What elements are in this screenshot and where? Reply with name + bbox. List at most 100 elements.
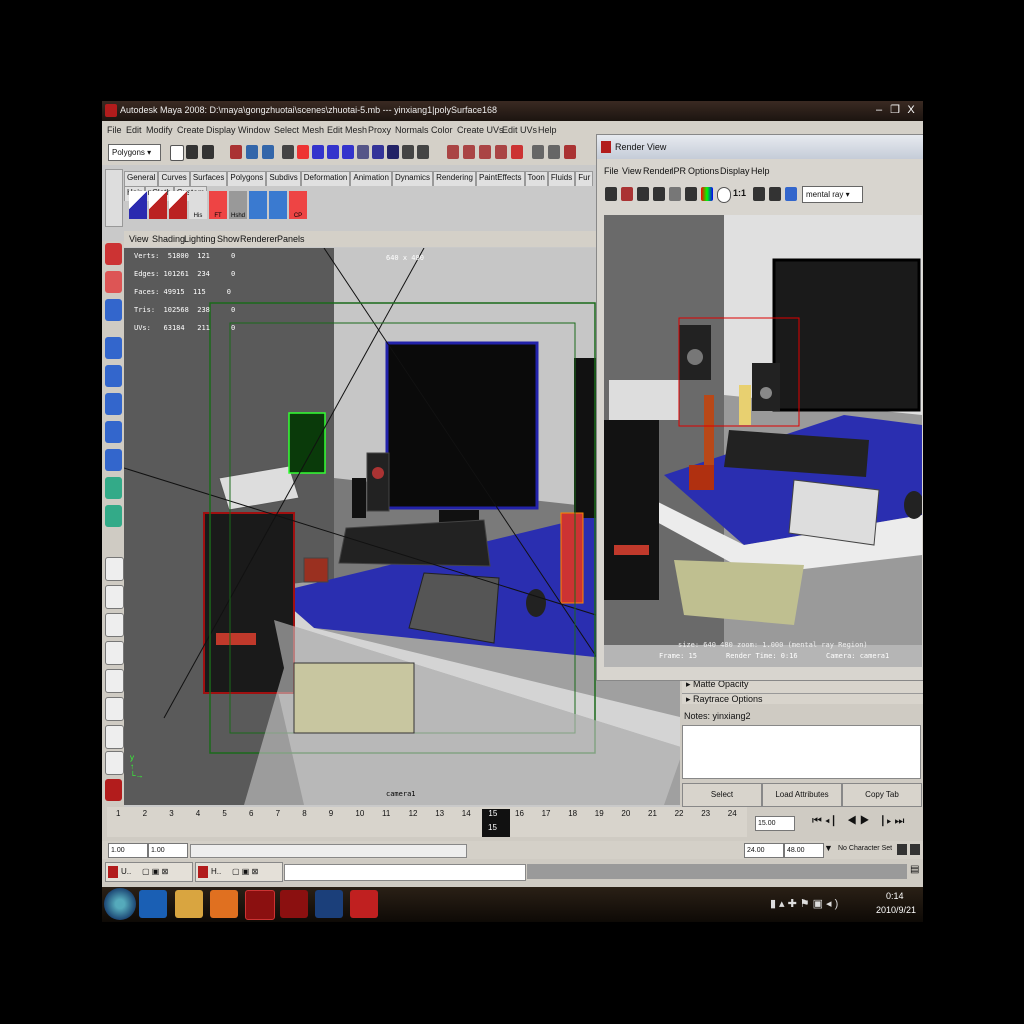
rv-menu-ipr[interactable]: IPR: [671, 166, 686, 176]
four-view-layout-icon[interactable]: [105, 585, 124, 609]
shelf-tab-deformation[interactable]: Deformation: [300, 171, 351, 186]
auto-key-icon[interactable]: [897, 844, 907, 855]
menu-create[interactable]: Create: [177, 125, 204, 135]
anim-prefs-icon[interactable]: [910, 844, 920, 855]
app-icon[interactable]: [350, 890, 378, 918]
select-object-icon[interactable]: [246, 145, 258, 159]
snapshot-icon[interactable]: [637, 187, 649, 201]
shelf-tab-fur[interactable]: Fur: [575, 171, 594, 186]
shelf-tab-polygons[interactable]: Polygons: [227, 171, 267, 186]
photoshop-icon[interactable]: [315, 890, 343, 918]
script-editor-icon[interactable]: ▤: [910, 864, 921, 879]
shelf-tab-subdivs[interactable]: Subdivs: [266, 171, 301, 186]
render-settings-icon[interactable]: [479, 145, 491, 159]
shelf-tab-toon[interactable]: Toon: [524, 171, 548, 186]
menu-mesh[interactable]: Mesh: [302, 125, 324, 135]
menu-edit-uvs[interactable]: Edit UVs: [502, 125, 537, 135]
render-settings-rv-icon[interactable]: [753, 187, 765, 201]
panel-menu-renderer[interactable]: Renderer: [240, 234, 278, 244]
menu-modify[interactable]: Modify: [146, 125, 173, 135]
shelf-tab-fluids[interactable]: Fluids: [547, 171, 576, 186]
minimized-window-2[interactable]: H.. ▢ ▣ ⊠: [195, 862, 283, 882]
shelf-options-icon[interactable]: [105, 169, 123, 227]
menu-create-uvs[interactable]: Create UVs: [457, 125, 504, 135]
playback-start-field[interactable]: 1.00: [148, 843, 188, 858]
shelf-tab-curves[interactable]: Curves: [158, 171, 190, 186]
tray-date[interactable]: 2010/9/21: [876, 905, 916, 915]
render-region-icon[interactable]: [621, 187, 633, 201]
window-controls-icon[interactable]: ▢ ▣ ⊠: [232, 867, 258, 876]
current-time-field[interactable]: 15.00: [755, 816, 795, 831]
layout-icon-2[interactable]: [548, 145, 560, 159]
open-scene-icon[interactable]: [186, 145, 198, 159]
select-hierarchy-icon[interactable]: [230, 145, 242, 159]
layout-icon[interactable]: [532, 145, 544, 159]
menu-normals[interactable]: Normals: [395, 125, 429, 135]
hypershade-icon[interactable]: [495, 145, 507, 159]
playback-controls[interactable]: ⏮◂▏◀▶▕▸⏭: [812, 815, 907, 828]
hypershade-shelf-icon[interactable]: Hshd: [229, 191, 247, 219]
shelf-tab-rendering[interactable]: Rendering: [433, 171, 476, 186]
shelf-tab-painteffects[interactable]: PaintEffects: [475, 171, 525, 186]
keep-image-icon[interactable]: [685, 187, 697, 201]
layout-options-icon[interactable]: [105, 751, 124, 775]
system-tray-icons[interactable]: ▮▴✚⚑▣◂): [770, 897, 841, 910]
menu-color[interactable]: Color: [431, 125, 453, 135]
soft-mod-icon[interactable]: [105, 449, 122, 471]
show-manip-icon[interactable]: [105, 477, 122, 499]
snap-point-icon[interactable]: [312, 145, 324, 159]
menu-select[interactable]: Select: [274, 125, 299, 135]
panel-menu-view[interactable]: View: [129, 234, 148, 244]
time-slider[interactable]: 15 1 2 3 4 5 6 7 8 9 10 11 12 13 14 15 16 17 18 19 20 21 22 23…: [102, 807, 923, 841]
copy-tab-button[interactable]: Copy Tab: [842, 783, 922, 807]
select-component-icon[interactable]: [262, 145, 274, 159]
outliner-layout-icon[interactable]: [105, 725, 124, 749]
persp-graph-layout-icon[interactable]: [105, 641, 124, 665]
panel-menu-show[interactable]: Show: [217, 234, 240, 244]
rgb-channel-icon[interactable]: [701, 187, 713, 201]
menu-file[interactable]: File: [107, 125, 122, 135]
single-perspective-layout-icon[interactable]: [105, 557, 124, 581]
shelf-tab-dynamics[interactable]: Dynamics: [391, 171, 434, 186]
menu-help[interactable]: Help: [538, 125, 557, 135]
shelf-tab-surfaces[interactable]: Surfaces: [189, 171, 228, 186]
move-tool-icon[interactable]: [105, 337, 122, 359]
maya-taskbar-icon[interactable]: [245, 890, 275, 920]
ipr-render-icon[interactable]: [463, 145, 475, 159]
menu-edit[interactable]: Edit: [126, 125, 142, 135]
menu-proxy[interactable]: Proxy: [368, 125, 391, 135]
panel-menu-shading[interactable]: Shading: [152, 234, 185, 244]
rv-menu-view[interactable]: View: [622, 166, 641, 176]
end-time-field[interactable]: 48.00: [784, 843, 824, 858]
alpha-channel-icon[interactable]: [717, 187, 731, 203]
shelf-tab-general[interactable]: General: [124, 171, 159, 186]
start-button-icon[interactable]: [104, 888, 136, 920]
load-attributes-button[interactable]: Load Attributes: [762, 783, 842, 807]
freeze-transform-icon[interactable]: FT: [209, 191, 227, 219]
internet-explorer-icon[interactable]: [139, 890, 167, 918]
raytrace-options-section[interactable]: ▸ Raytrace Options: [682, 694, 923, 704]
tray-time[interactable]: 0:14: [886, 891, 904, 901]
render-current-icon[interactable]: [447, 145, 459, 159]
last-tool-icon[interactable]: [105, 505, 122, 527]
mel-command-field[interactable]: [284, 864, 526, 881]
character-set-label[interactable]: No Character Set: [838, 845, 892, 852]
shelf-tab-animation[interactable]: Animation: [350, 171, 392, 186]
rv-menu-options[interactable]: Options: [688, 166, 719, 176]
input-ops-icon[interactable]: [357, 145, 369, 159]
tool-settings-icon[interactable]: [564, 145, 576, 159]
rv-menu-display[interactable]: Display: [720, 166, 750, 176]
playback-end-field[interactable]: 24.00: [744, 843, 784, 858]
help-icon[interactable]: [387, 145, 399, 159]
uv-layout-icon[interactable]: [269, 191, 287, 219]
joint-tool-icon[interactable]: [129, 191, 147, 219]
panel-menu-panels[interactable]: Panels: [277, 234, 305, 244]
close-button[interactable]: X: [902, 103, 920, 118]
make-live-icon[interactable]: [342, 145, 354, 159]
range-slider-bar[interactable]: [190, 844, 467, 858]
maya-taskbar-icon-2[interactable]: [280, 890, 308, 918]
lock-icon[interactable]: [402, 145, 414, 159]
minimized-window-1[interactable]: U.. ▢ ▣ ⊠: [105, 862, 193, 882]
real-size-button[interactable]: 1:1: [733, 188, 746, 198]
scale-tool-icon[interactable]: [105, 393, 122, 415]
